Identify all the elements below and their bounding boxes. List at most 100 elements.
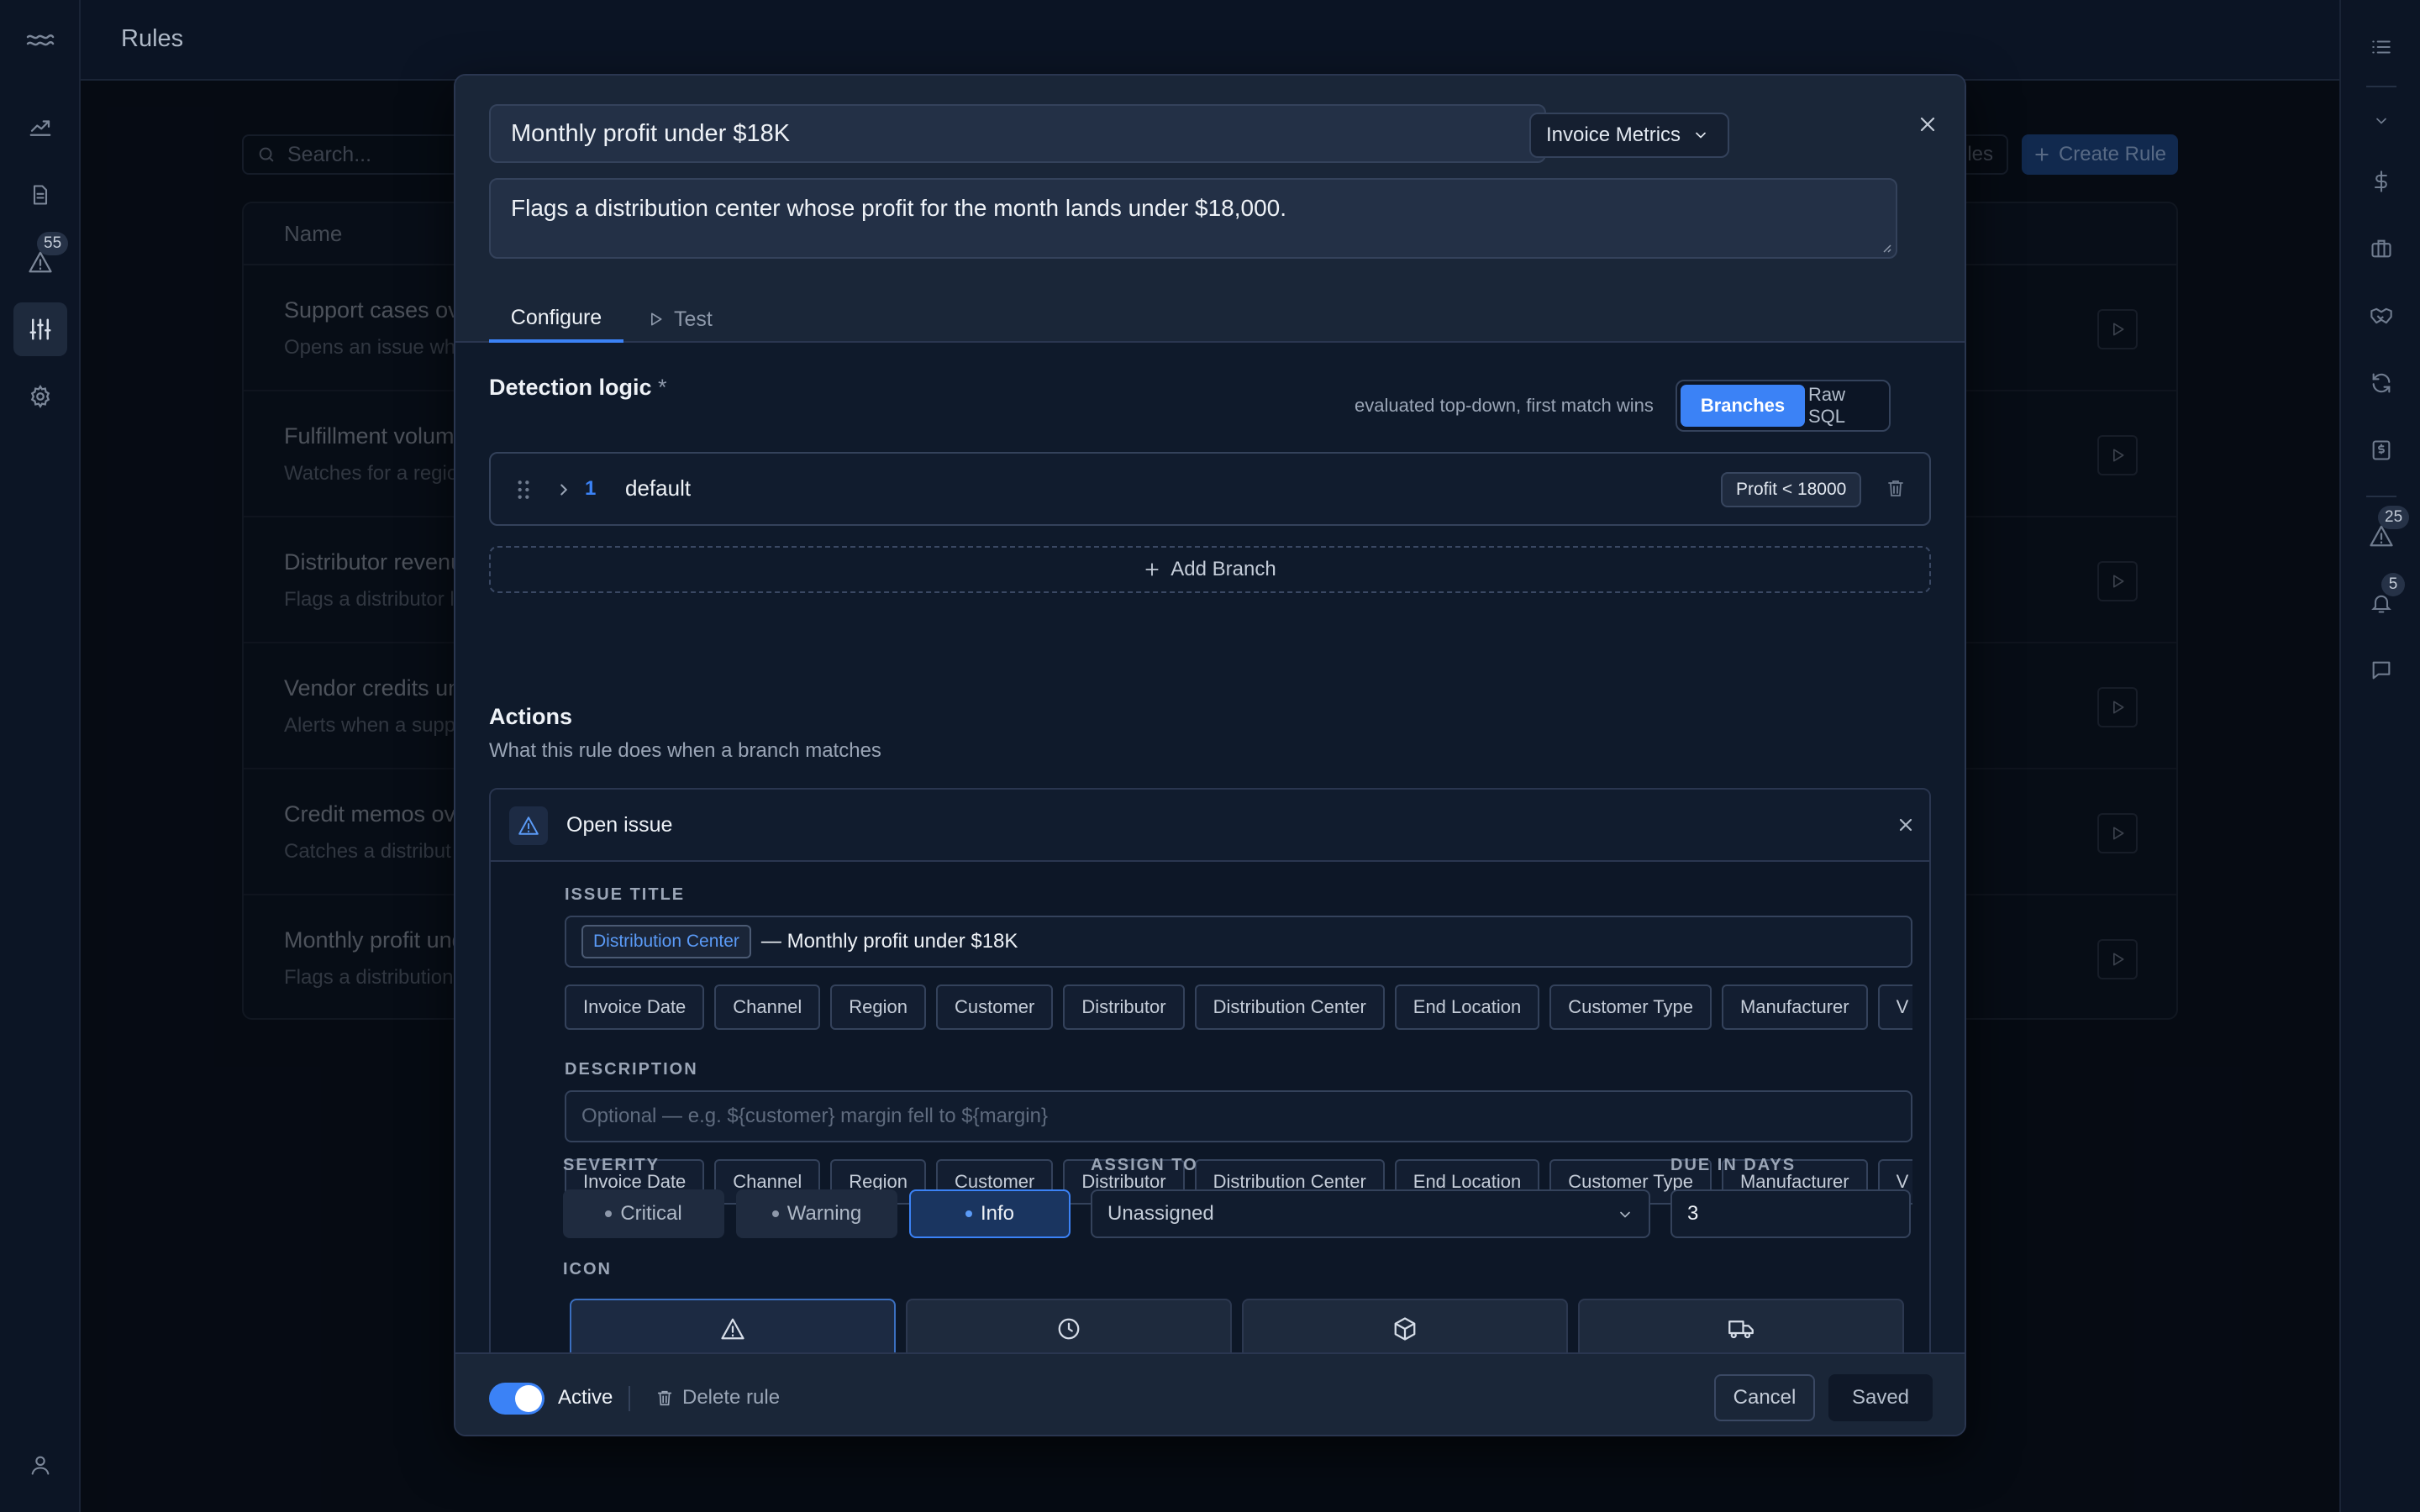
tab-test[interactable]: Test: [647, 296, 713, 343]
close-icon: [1920, 117, 1935, 132]
branch-row[interactable]: 1 default Profit < 18000: [489, 452, 1931, 526]
variable-chip[interactable]: Customer: [935, 984, 1054, 1030]
branch-condition[interactable]: Profit < 18000: [1721, 472, 1862, 507]
toggle-knob: [515, 1385, 542, 1412]
chevron-right-icon[interactable]: [555, 479, 573, 501]
play-icon: [651, 312, 662, 326]
assign-to-select[interactable]: Unassigned: [1091, 1189, 1650, 1238]
description-label: DESCRIPTION: [565, 1060, 698, 1079]
add-branch-button[interactable]: Add Branch: [489, 546, 1931, 593]
icon-option-warning[interactable]: [570, 1299, 896, 1359]
notifications-badge: 5: [2381, 573, 2405, 596]
severity-dot: [771, 1210, 779, 1217]
analytics-icon[interactable]: [13, 101, 67, 155]
actions-subtitle: What this rule does when a branch matche…: [489, 739, 881, 762]
list-icon[interactable]: [2354, 20, 2408, 74]
variable-chip[interactable]: V: [1877, 984, 1912, 1030]
alerts-badge: 55: [37, 232, 69, 255]
close-modal-button[interactable]: [1909, 106, 1946, 143]
alerts-badge-right: 25: [2378, 506, 2410, 529]
mode-branches-button[interactable]: Branches: [1681, 385, 1805, 427]
severity-dot: [965, 1210, 972, 1217]
actions-title: Actions: [489, 704, 573, 729]
icon-option-truck[interactable]: [1578, 1299, 1904, 1359]
issue-description-input[interactable]: Optional — e.g. ${customer} margin fell …: [565, 1090, 1912, 1142]
briefcase-icon[interactable]: [2354, 222, 2408, 276]
action-header[interactable]: Open issue: [491, 790, 1929, 862]
tab-test-label: Test: [674, 307, 713, 331]
save-button[interactable]: Saved: [1828, 1374, 1933, 1421]
title-variable-chips: Invoice Date Channel Region Customer Dis…: [565, 984, 1912, 1030]
branch-number: 1: [585, 477, 597, 500]
assign-to-label: ASSIGN TO: [1091, 1156, 1198, 1174]
due-in-days-value: 3: [1687, 1202, 1699, 1225]
top-bar: Rules: [81, 0, 2339, 81]
handshake-icon[interactable]: [2354, 289, 2408, 343]
trash-icon: [657, 1390, 672, 1406]
plus-icon: [1145, 563, 1159, 576]
rules-icon[interactable]: [13, 302, 67, 356]
remove-action-icon[interactable]: [1896, 815, 1916, 835]
rule-description-value: Flags a distribution center whose profit…: [511, 195, 1286, 221]
dataset-select[interactable]: Invoice Metrics: [1529, 113, 1729, 158]
due-in-days-input[interactable]: 3: [1670, 1189, 1911, 1238]
detection-logic-title: Detection logic *: [489, 375, 667, 401]
icon-option-clock[interactable]: [906, 1299, 1232, 1359]
variable-chip[interactable]: Channel: [714, 984, 821, 1030]
warning-icon: [721, 1318, 744, 1340]
variable-chip[interactable]: Invoice Date: [565, 984, 705, 1030]
refresh-icon[interactable]: [2354, 356, 2408, 410]
rule-title-input[interactable]: Monthly profit under $18K: [489, 104, 1546, 163]
delete-rule-button[interactable]: Delete rule: [655, 1386, 780, 1410]
settings-icon[interactable]: [13, 370, 67, 423]
variable-chip[interactable]: Customer Type: [1549, 984, 1712, 1030]
cancel-button[interactable]: Cancel: [1714, 1374, 1815, 1421]
action-name: Open issue: [566, 813, 673, 837]
resize-handle-icon[interactable]: [1879, 240, 1892, 254]
severity-label: SEVERITY: [563, 1156, 660, 1174]
chat-icon[interactable]: [2354, 643, 2408, 697]
user-profile-icon[interactable]: [13, 1438, 67, 1492]
mode-raw-sql-button[interactable]: Raw SQL: [1808, 384, 1886, 427]
rule-editor-modal: Monthly profit under $18K Invoice Metric…: [454, 74, 1966, 1436]
branch-name: default: [625, 475, 692, 501]
severity-info-button[interactable]: Info: [909, 1189, 1071, 1238]
severity-warning-label: Warning: [786, 1202, 862, 1225]
variable-chip[interactable]: Manufacturer: [1721, 984, 1868, 1030]
app-logo-icon[interactable]: [13, 13, 67, 67]
severity-critical-button[interactable]: Critical: [563, 1189, 724, 1238]
chevron-down-icon[interactable]: [2354, 94, 2408, 148]
warning-icon: [509, 806, 548, 845]
active-toggle[interactable]: [489, 1383, 544, 1415]
delete-rule-label: Delete rule: [682, 1386, 781, 1409]
evaluation-hint: evaluated top-down, first match wins: [1355, 395, 1654, 416]
receipt-icon[interactable]: [2354, 423, 2408, 477]
severity-critical-label: Critical: [620, 1202, 682, 1225]
detection-logic-label: Detection logic: [489, 375, 652, 400]
dataset-value: Invoice Metrics: [1546, 123, 1681, 146]
variable-chip[interactable]: End Location: [1394, 984, 1540, 1030]
right-rail: 25 5: [2339, 0, 2420, 1512]
document-icon[interactable]: [13, 168, 67, 222]
issue-title-input[interactable]: Distribution Center — Monthly profit und…: [565, 916, 1912, 968]
box-icon: [1394, 1317, 1416, 1341]
variable-chip[interactable]: Distributor: [1063, 984, 1185, 1030]
left-rail: 55: [0, 0, 81, 1512]
issue-title-label: ISSUE TITLE: [565, 885, 686, 904]
tab-configure[interactable]: Configure: [489, 296, 623, 343]
dollar-icon[interactable]: [2354, 155, 2408, 208]
drag-handle-icon[interactable]: [516, 479, 531, 501]
chevron-down-icon: [1620, 1211, 1630, 1218]
variable-token[interactable]: Distribution Center: [581, 925, 751, 958]
severity-dot: [605, 1210, 613, 1217]
severity-warning-button[interactable]: Warning: [736, 1189, 897, 1238]
chevron-down-icon: [1696, 132, 1706, 139]
icon-option-box[interactable]: [1242, 1299, 1568, 1359]
trash-icon[interactable]: [1886, 477, 1906, 499]
variable-chip[interactable]: Distribution Center: [1194, 984, 1385, 1030]
footer-divider: [629, 1386, 630, 1411]
variable-chip[interactable]: Region: [830, 984, 926, 1030]
rule-description-textarea[interactable]: Flags a distribution center whose profit…: [489, 178, 1897, 259]
modal-header: Monthly profit under $18K Invoice Metric…: [455, 76, 1965, 343]
clock-icon: [1058, 1318, 1080, 1340]
